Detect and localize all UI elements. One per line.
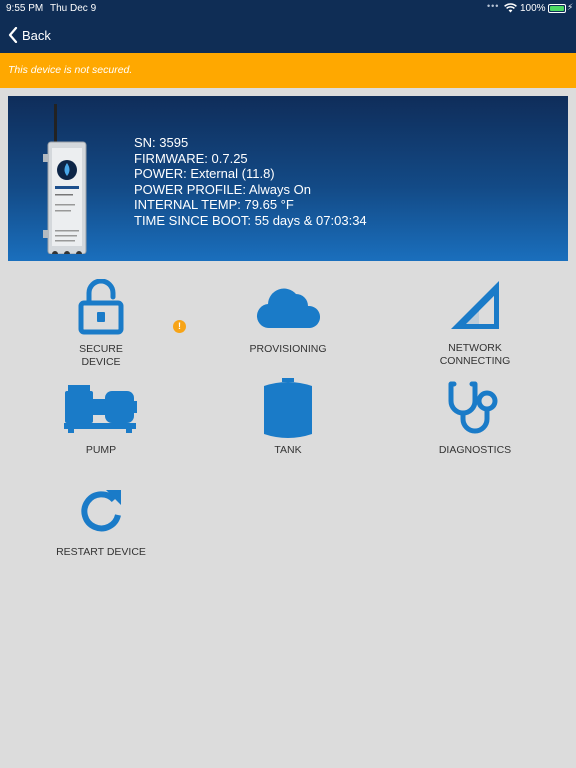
charging-bolt-icon: ⚡ (567, 2, 574, 12)
tank-icon (264, 378, 312, 438)
tank-tile[interactable]: TANK (213, 378, 363, 457)
status-time: 9:55 PM (6, 3, 44, 14)
status-date: Thu Dec 9 (50, 3, 97, 14)
signal-strength-icon (451, 281, 499, 329)
diagnostics-label: DIAGNOSTICS (438, 444, 512, 456)
battery-percent: 100% (520, 3, 546, 14)
battery-fill (550, 6, 564, 11)
firmware-version: FIRMWARE: 0.7.25 (134, 150, 248, 166)
network-label-line1: NETWORK (448, 342, 502, 354)
restart-arrow-icon (81, 490, 121, 532)
multitasking-dots-icon: ••• (487, 1, 500, 11)
secure-device-label-line1: SECURE (79, 343, 123, 355)
device-info-panel: SN: 3595 FIRMWARE: 0.7.25 POWER: Externa… (8, 96, 568, 261)
power-profile: POWER PROFILE: Always On (134, 181, 311, 197)
provisioning-tile[interactable]: PROVISIONING (213, 284, 363, 356)
secure-warning-badge: ! (173, 320, 186, 333)
not-secured-warning-banner: This device is not secured. (0, 53, 576, 88)
navigation-bar: 9:55 PM Thu Dec 9 ••• 100% ⚡ Back (0, 0, 576, 53)
back-button[interactable]: Back (8, 24, 51, 46)
unlocked-padlock-icon (78, 279, 124, 335)
back-label: Back (22, 27, 51, 43)
internal-temperature: INTERNAL TEMP: 79.65 °F (134, 197, 294, 212)
chevron-left-icon (8, 27, 18, 43)
secure-device-tile[interactable]: SECURE DEVICE (26, 279, 176, 368)
restart-device-tile[interactable]: RESTART DEVICE (26, 488, 176, 559)
cloud-icon (257, 288, 320, 329)
device-info-text: SN: 3595 FIRMWARE: 0.7.25 POWER: Externa… (134, 135, 367, 228)
network-label-line2: CONNECTING (439, 354, 511, 367)
device-image (43, 104, 93, 259)
secure-device-label-line2: DEVICE (81, 355, 121, 368)
diagnostics-tile[interactable]: DIAGNOSTICS (400, 381, 550, 457)
pump-tile[interactable]: PUMP (26, 383, 176, 457)
serial-number: SN: 3595 (134, 135, 189, 150)
network-connecting-tile[interactable]: NETWORK CONNECTING (400, 279, 550, 367)
pump-label: PUMP (85, 444, 117, 456)
stethoscope-icon (448, 381, 498, 434)
battery-icon (548, 4, 566, 13)
time-since-boot: TIME SINCE BOOT: 55 days & 07:03:34 (134, 212, 367, 228)
tank-label: TANK (274, 444, 302, 456)
restart-device-label: RESTART DEVICE (56, 546, 146, 558)
provisioning-label: PROVISIONING (249, 343, 327, 355)
status-bar: 9:55 PM Thu Dec 9 ••• 100% ⚡ (0, 0, 576, 16)
pump-icon (64, 385, 137, 433)
power-status: POWER: External (11.8) (134, 166, 275, 181)
wifi-icon (504, 3, 517, 16)
